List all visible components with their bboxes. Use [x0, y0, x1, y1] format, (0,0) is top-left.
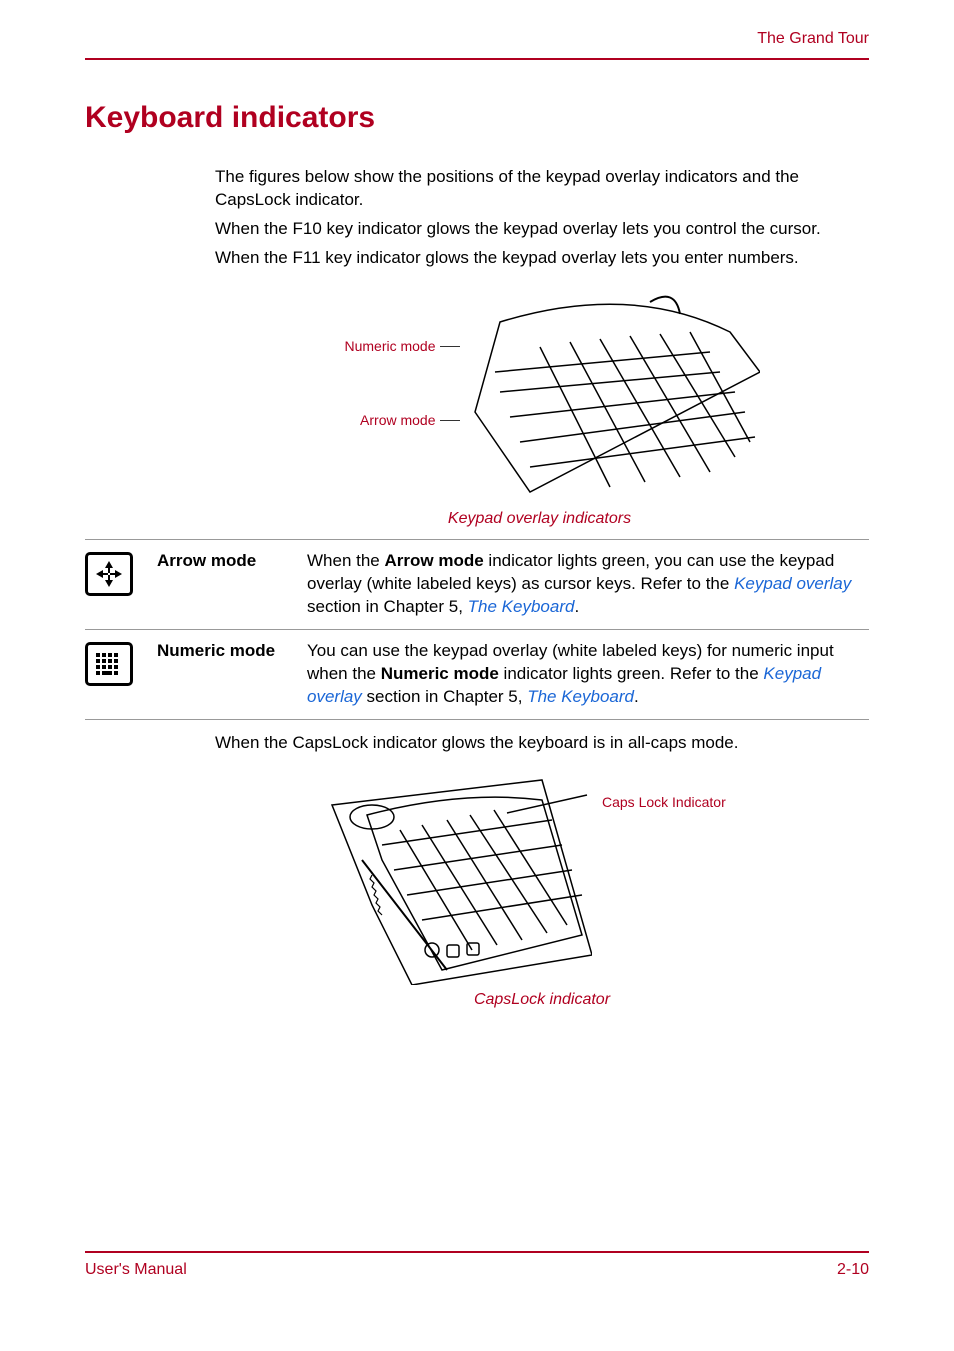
figure-capslock: Caps Lock Indicator [215, 775, 869, 985]
intro-paragraph-3: When the F11 key indicator glows the key… [215, 247, 864, 270]
link-the-keyboard[interactable]: The Keyboard [468, 597, 575, 616]
page-footer: User's Manual 2-10 [85, 1251, 869, 1281]
capslock-paragraph: When the CapsLock indicator glows the ke… [215, 732, 864, 755]
intro-paragraph-2: When the F10 key indicator glows the key… [215, 218, 864, 241]
figure2-label: Caps Lock Indicator [602, 775, 772, 812]
intro-paragraph-1: The figures below show the positions of … [215, 166, 864, 212]
keyboard-overlay-illustration [470, 292, 760, 502]
section-title: Keyboard indicators [85, 98, 869, 139]
arrow-mode-description: When the Arrow mode indicator lights gre… [307, 540, 869, 630]
capslock-illustration [312, 775, 592, 985]
table-row: Numeric mode You can use the keypad over… [85, 630, 869, 720]
numeric-mode-label: Numeric mode [157, 641, 275, 660]
link-keypad-overlay[interactable]: Keypad overlay [734, 574, 851, 593]
figure2-caption: CapsLock indicator [215, 989, 869, 1011]
arrow-mode-label: Arrow mode [157, 551, 256, 570]
link-the-keyboard[interactable]: The Keyboard [527, 687, 634, 706]
figure1-label-arrow: Arrow mode [360, 411, 435, 430]
header-rule [85, 58, 869, 60]
footer-left: User's Manual [85, 1259, 187, 1281]
figure1-caption: Keypad overlay indicators [215, 508, 864, 530]
figure-keypad-overlay: Numeric mode Arrow mode Keypad overlay i… [215, 292, 864, 530]
footer-page-number: 2-10 [837, 1259, 869, 1281]
indicator-table: Arrow mode When the Arrow mode indicator… [85, 539, 869, 720]
numeric-mode-icon [85, 642, 133, 686]
table-row: Arrow mode When the Arrow mode indicator… [85, 540, 869, 630]
arrow-mode-icon [85, 552, 133, 596]
numeric-mode-description: You can use the keypad overlay (white la… [307, 630, 869, 720]
figure1-label-numeric: Numeric mode [344, 337, 435, 356]
header-chapter: The Grand Tour [85, 28, 869, 50]
